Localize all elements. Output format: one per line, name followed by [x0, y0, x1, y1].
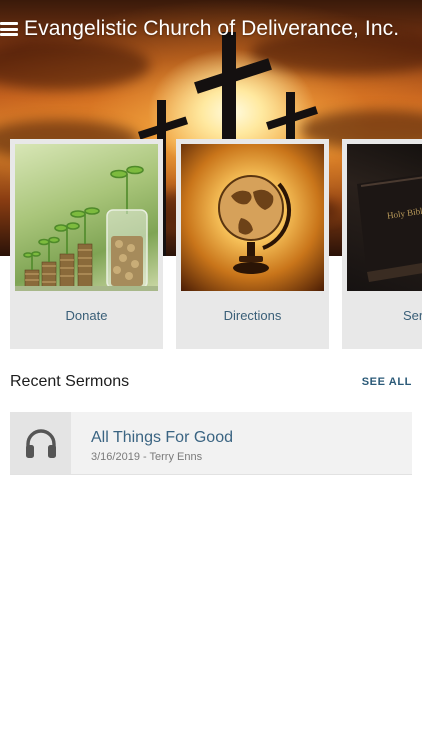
app-screen: Evangelistic Church of Deliverance, Inc. [0, 0, 422, 750]
bible-image: Holy Bible [347, 144, 422, 291]
tile-sermons[interactable]: Holy Bible Serm [342, 139, 422, 349]
quick-links-carousel[interactable]: Donate Directions Holy Bible Ser [10, 139, 422, 349]
tile-donate[interactable]: Donate [10, 139, 163, 349]
tile-label-sermons: Serm [402, 308, 422, 323]
hamburger-menu-icon[interactable] [0, 22, 18, 36]
sermon-thumbnail [10, 412, 71, 474]
see-all-link[interactable]: SEE ALL [362, 376, 412, 388]
title-bar: Evangelistic Church of Deliverance, Inc. [0, 12, 422, 46]
tile-directions[interactable]: Directions [176, 139, 329, 349]
sermon-meta: 3/16/2019 - Terry Enns [91, 451, 203, 463]
tile-label-donate: Donate [65, 308, 108, 323]
section-title: Recent Sermons [10, 373, 130, 390]
sermon-text: All Things For Good 3/16/2019 - Terry En… [71, 412, 233, 474]
sermon-title: All Things For Good [91, 429, 233, 446]
donate-image [15, 144, 158, 291]
app-title: Evangelistic Church of Deliverance, Inc. [24, 17, 400, 40]
recent-sermons-header: Recent Sermons SEE ALL [10, 368, 412, 396]
sermon-list-item[interactable]: All Things For Good 3/16/2019 - Terry En… [10, 412, 412, 475]
headphones-icon [25, 429, 56, 458]
tile-label-directions: Directions [223, 308, 282, 323]
globe-image [181, 144, 324, 291]
